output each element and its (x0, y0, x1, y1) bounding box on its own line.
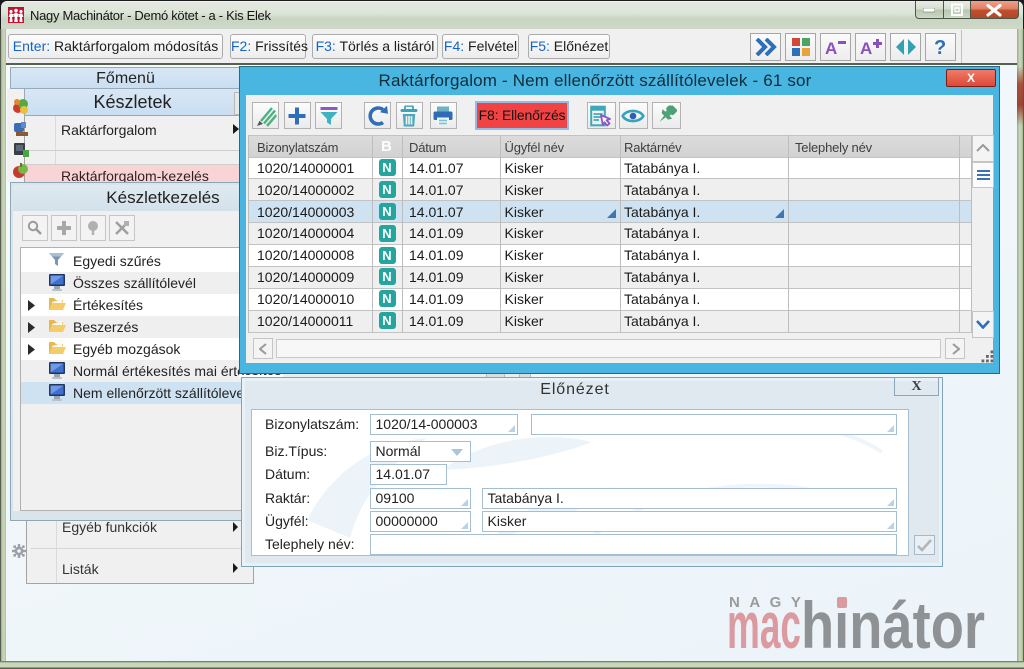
svg-text:mac: mac (727, 588, 801, 662)
svg-text:A: A (860, 39, 872, 56)
svg-text:?: ? (934, 37, 946, 57)
svg-text:hinátor: hinátor (801, 588, 985, 662)
svg-text:A: A (825, 39, 837, 56)
